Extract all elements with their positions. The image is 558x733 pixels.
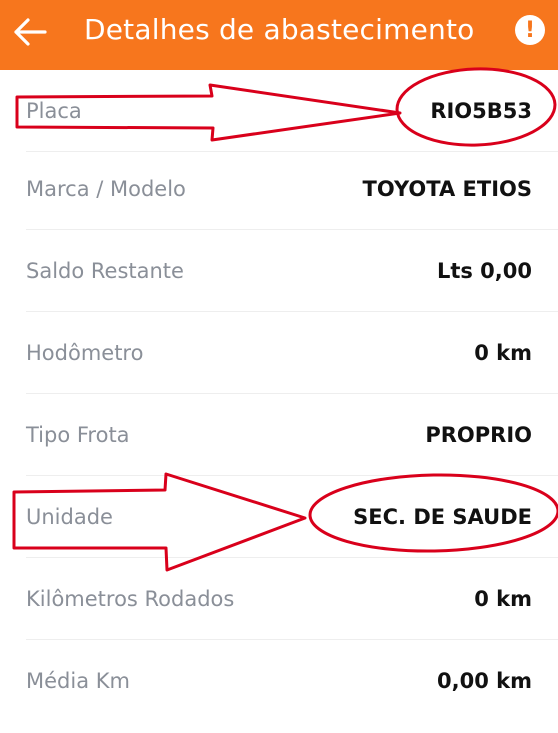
detail-value: 0,00 km [437, 669, 532, 693]
page-title: Detalhes de abastecimento [84, 13, 475, 46]
detail-value: 0 km [474, 587, 532, 611]
back-button[interactable] [10, 12, 50, 52]
alert-button[interactable]: ! [512, 12, 548, 48]
detail-row-marca-modelo: Marca / Modelo TOYOTA ETIOS [26, 148, 558, 230]
detail-row-unidade: Unidade SEC. DE SAUDE [26, 476, 558, 558]
detail-value: SEC. DE SAUDE [353, 505, 532, 529]
app-bar: Detalhes de abastecimento ! [0, 0, 558, 70]
detail-label: Hodômetro [26, 341, 144, 365]
arrow-left-icon [14, 18, 47, 46]
detail-row-hodometro: Hodômetro 0 km [26, 312, 558, 394]
detail-row-placa: Placa RIO5B53 [26, 70, 558, 152]
detail-value: 0 km [474, 341, 532, 365]
detail-value: Lts 0,00 [436, 259, 532, 283]
exclamation-circle-icon: ! [515, 15, 545, 45]
detail-label: Média Km [26, 669, 130, 693]
detail-value: PROPRIO [425, 423, 532, 447]
detail-label: Saldo Restante [26, 259, 184, 283]
detail-row-media-km: Média Km 0,00 km [26, 640, 532, 722]
detail-row-saldo-restante: Saldo Restante Lts 0,00 [26, 230, 558, 312]
detail-row-kilometros-rodados: Kilômetros Rodados 0 km [26, 558, 558, 640]
detail-row-tipo-frota: Tipo Frota PROPRIO [26, 394, 558, 476]
detail-label: Marca / Modelo [26, 177, 186, 201]
detail-label: Placa [26, 99, 82, 123]
detail-label: Kilômetros Rodados [26, 587, 235, 611]
detail-label: Unidade [26, 505, 113, 529]
detail-value: TOYOTA ETIOS [362, 177, 532, 201]
detail-label: Tipo Frota [26, 423, 130, 447]
detail-value: RIO5B53 [430, 99, 532, 123]
